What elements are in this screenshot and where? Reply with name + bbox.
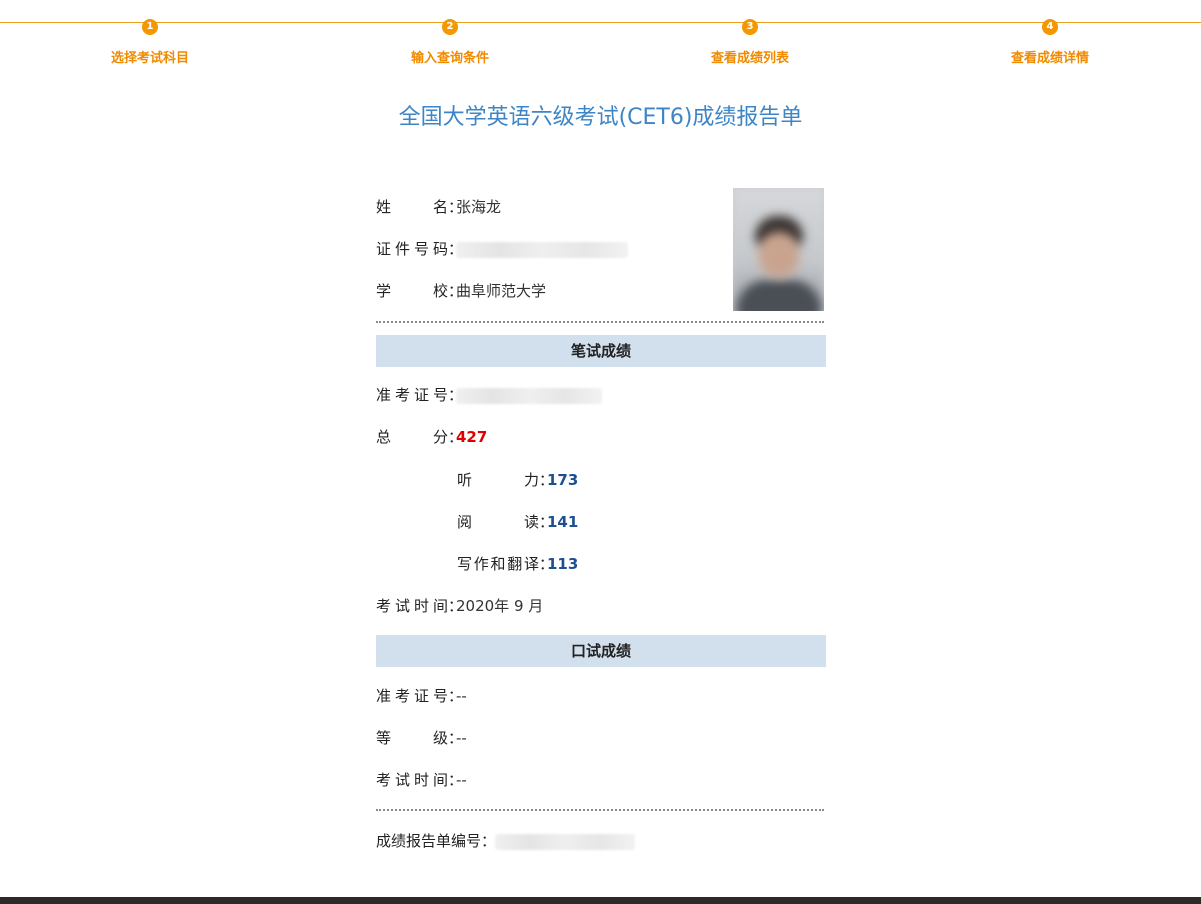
written-section-header: 笔试成绩: [376, 335, 826, 367]
listening-label: 听力: [457, 471, 539, 489]
listening-score: 173: [547, 471, 579, 489]
level-value: --: [456, 729, 467, 747]
ticket-value: --: [456, 687, 467, 705]
colon: ：: [448, 198, 464, 216]
step-label: 输入查询条件: [410, 51, 489, 66]
colon: ：: [539, 471, 555, 489]
colon: ：: [448, 282, 464, 300]
page-title: 全国大学英语六级考试(CET6)成绩报告单: [398, 105, 803, 130]
oral-level-row: 等级：--: [376, 727, 467, 749]
time-value: 2020年 9 月: [456, 597, 544, 615]
step-bar: 1 选择考试科目 2 输入查询条件 3 查看成绩列表 4 查看成绩详情: [0, 0, 1201, 70]
ticket-value-redacted: [456, 387, 602, 404]
report-number-redacted: [495, 833, 636, 850]
reading-row: 阅读：141: [457, 511, 578, 533]
divider: [376, 809, 824, 811]
step-label: 查看成绩详情: [1010, 51, 1089, 66]
time-value: --: [456, 771, 467, 789]
reading-score: 141: [547, 513, 579, 531]
writing-score: 113: [547, 555, 579, 573]
level-label: 等级: [376, 729, 448, 747]
name-row: 姓名：张海龙: [376, 196, 501, 218]
colon: ：: [448, 238, 463, 260]
report-number-label: 成绩报告单编号: [376, 832, 482, 850]
writing-label: 写作和翻译: [457, 555, 539, 573]
step-1[interactable]: 1 选择考试科目: [0, 14, 300, 66]
colon: ：: [448, 428, 464, 446]
step-label: 查看成绩列表: [710, 51, 789, 66]
candidate-photo: [733, 188, 824, 311]
colon: ：: [448, 729, 464, 747]
bottom-bar: [0, 897, 1201, 904]
total-label: 总分: [376, 428, 448, 446]
written-ticket-row: 准考证号：: [376, 384, 602, 406]
step-number: 2: [442, 19, 458, 35]
photo-face: [759, 232, 799, 278]
writing-row: 写作和翻译：113: [457, 553, 578, 575]
total-score-row: 总分：427: [376, 426, 487, 448]
id-value-redacted: [456, 241, 628, 258]
colon: ：: [448, 687, 464, 705]
ticket-label: 准考证号: [376, 687, 448, 705]
ticket-label: 准考证号: [376, 386, 448, 404]
colon: ：: [448, 597, 464, 615]
step-4[interactable]: 4 查看成绩详情: [900, 14, 1200, 66]
written-time-row: 考试时间：2020年 9 月: [376, 595, 543, 617]
oral-ticket-row: 准考证号：--: [376, 685, 467, 707]
reading-label: 阅读: [457, 513, 539, 531]
time-label: 考试时间: [376, 771, 448, 789]
step-2[interactable]: 2 输入查询条件: [300, 14, 600, 66]
listening-row: 听力：173: [457, 469, 578, 491]
step-number: 4: [1042, 19, 1058, 35]
colon: ：: [448, 771, 464, 789]
time-label: 考试时间: [376, 597, 448, 615]
school-value: 曲阜师范大学: [456, 282, 547, 300]
id-row: 证件号码：: [376, 238, 628, 260]
photo-body: [737, 280, 821, 311]
oral-section-header: 口试成绩: [376, 635, 826, 667]
step-number: 1: [142, 19, 158, 35]
colon: ：: [539, 513, 555, 531]
name-value: 张海龙: [456, 198, 502, 216]
name-label: 姓名: [376, 198, 448, 216]
school-label: 学校: [376, 282, 448, 300]
step-number: 3: [742, 19, 758, 35]
id-label: 证件号码: [376, 240, 448, 258]
school-row: 学校：曲阜师范大学: [376, 280, 546, 302]
colon: ：: [539, 555, 555, 573]
step-3[interactable]: 3 查看成绩列表: [600, 14, 900, 66]
divider: [376, 321, 824, 323]
colon: ：: [448, 384, 463, 406]
page: 1 选择考试科目 2 输入查询条件 3 查看成绩列表 4 查看成绩详情 全国大学…: [0, 0, 1201, 904]
colon: ：: [481, 832, 497, 850]
total-score: 427: [456, 428, 488, 446]
step-label: 选择考试科目: [110, 51, 189, 66]
report-number-row: 成绩报告单编号：: [376, 830, 636, 852]
oral-time-row: 考试时间：--: [376, 769, 467, 791]
